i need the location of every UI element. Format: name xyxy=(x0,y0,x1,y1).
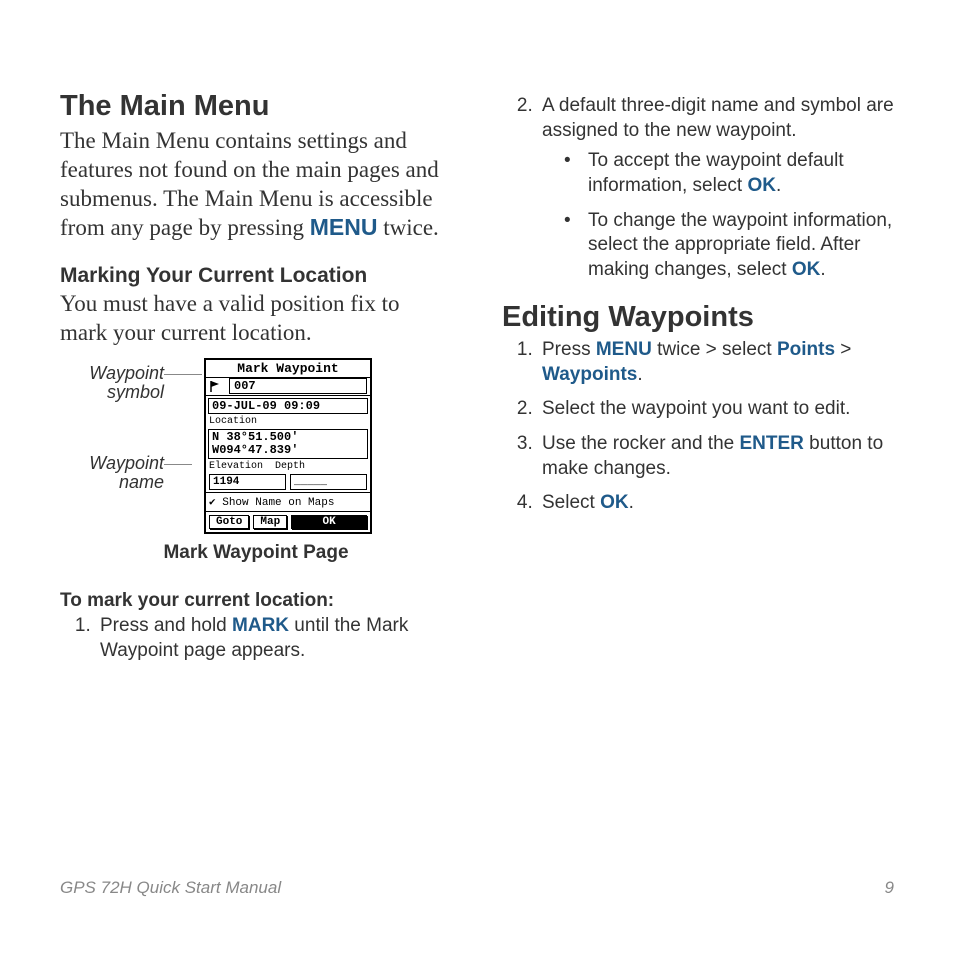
keyword-ok: OK xyxy=(747,175,776,196)
figure-mark-waypoint: Waypoint symbol Waypoint name Mark Waypo… xyxy=(60,358,452,534)
device-elev-label: Elevation xyxy=(209,461,263,472)
text: twice > select xyxy=(652,339,777,360)
text: To accept the waypoint default informati… xyxy=(588,150,844,196)
edit-step-2: Select the waypoint you want to edit. xyxy=(538,397,894,422)
heading-main-menu: The Main Menu xyxy=(60,90,452,123)
page-footer: GPS 72H Quick Start Manual 9 xyxy=(60,878,894,898)
footer-page-number: 9 xyxy=(885,878,894,898)
keyword-ok: OK xyxy=(792,259,821,280)
text: Use the rocker and the xyxy=(542,433,740,454)
edit-step-1: Press MENU twice > select Points > Waypo… xyxy=(538,338,894,387)
heading-marking-location: Marking Your Current Location xyxy=(60,263,452,288)
edit-step-3: Use the rocker and the ENTER button to m… xyxy=(538,432,894,481)
text: . xyxy=(629,492,634,513)
text: . xyxy=(776,175,781,196)
footer-title: GPS 72H Quick Start Manual xyxy=(60,878,281,898)
edit-step-4: Select OK. xyxy=(538,491,894,516)
text: . xyxy=(637,364,642,385)
device-ok-button: OK xyxy=(291,515,367,529)
step-1: Press and hold MARK until the Mark Waypo… xyxy=(96,614,452,663)
device-map-button: Map xyxy=(253,515,287,529)
keyword-mark: MARK xyxy=(232,615,289,636)
bullet-change: To change the waypoint information, sele… xyxy=(570,209,894,283)
checkmark-icon: ✔ xyxy=(209,497,216,509)
device-lon: W094°47.839' xyxy=(212,444,364,457)
device-show-name-checkbox: ✔ Show Name on Maps xyxy=(206,493,370,512)
device-elev-depth-values: 1194 _____ xyxy=(206,472,370,493)
text: Press xyxy=(542,339,596,360)
step-2-bullets: To accept the waypoint default informati… xyxy=(542,149,894,282)
device-elev-depth-labels: Elevation Depth xyxy=(206,461,370,472)
device-goto-button: Goto xyxy=(209,515,249,529)
text: Select xyxy=(542,492,600,513)
right-column: A default three-digit name and symbol ar… xyxy=(502,90,894,679)
steps-editing: Press MENU twice > select Points > Waypo… xyxy=(502,338,894,516)
text: A default three-digit name and symbol ar… xyxy=(542,95,894,141)
device-coords: N 38°51.500' W094°47.839' xyxy=(208,429,368,459)
paragraph-position-fix: You must have a valid position fix to ma… xyxy=(60,290,452,348)
leader-line xyxy=(164,464,192,465)
label-waypoint-name: Waypoint name xyxy=(60,454,164,494)
text: twice. xyxy=(377,215,438,240)
device-title: Mark Waypoint xyxy=(206,360,370,378)
device-date: 09-JUL-09 09:09 xyxy=(208,398,368,414)
waypoint-flag-icon xyxy=(209,380,223,392)
figure-caption: Mark Waypoint Page xyxy=(60,542,452,564)
label-waypoint-symbol: Waypoint symbol xyxy=(60,364,164,404)
device-name-row: 007 xyxy=(206,378,370,396)
device-waypoint-name: 007 xyxy=(229,378,367,394)
keyword-waypoints: Waypoints xyxy=(542,364,637,385)
device-depth-value: _____ xyxy=(290,474,367,490)
instruction-title: To mark your current location: xyxy=(60,590,452,612)
figure-labels: Waypoint symbol Waypoint name xyxy=(60,358,164,534)
bullet-accept: To accept the waypoint default informati… xyxy=(570,149,894,198)
device-buttons: Goto Map OK xyxy=(206,512,370,532)
device-depth-label: Depth xyxy=(275,461,305,472)
leader-line xyxy=(164,374,202,375)
text: To change the waypoint information, sele… xyxy=(588,210,892,280)
manual-page: The Main Menu The Main Menu contains set… xyxy=(0,0,954,954)
device-checkbox-label: Show Name on Maps xyxy=(222,497,334,509)
keyword-points: Points xyxy=(777,339,835,360)
device-lat: N 38°51.500' xyxy=(212,431,364,444)
steps-mark-location: Press and hold MARK until the Mark Waypo… xyxy=(60,614,452,663)
paragraph-main-menu: The Main Menu contains settings and feat… xyxy=(60,127,452,243)
device-screenshot: Mark Waypoint 007 09-JUL-09 09:09 Locati… xyxy=(204,358,372,534)
heading-editing-waypoints: Editing Waypoints xyxy=(502,301,894,334)
two-column-layout: The Main Menu The Main Menu contains set… xyxy=(60,90,894,679)
keyword-menu: MENU xyxy=(596,339,652,360)
left-column: The Main Menu The Main Menu contains set… xyxy=(60,90,452,679)
text: > xyxy=(835,339,851,360)
text: Press and hold xyxy=(100,615,232,636)
device-elev-value: 1194 xyxy=(209,474,286,490)
step-2: A default three-digit name and symbol ar… xyxy=(538,94,894,283)
text: . xyxy=(820,259,825,280)
steps-continued: A default three-digit name and symbol ar… xyxy=(502,94,894,283)
keyword-enter: ENTER xyxy=(740,433,804,454)
keyword-menu: MENU xyxy=(310,214,378,240)
device-location-label: Location xyxy=(206,416,370,427)
keyword-ok: OK xyxy=(600,492,629,513)
